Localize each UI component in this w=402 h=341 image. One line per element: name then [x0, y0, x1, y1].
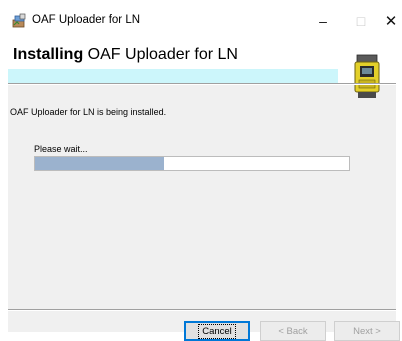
installer-package-icon	[12, 13, 26, 28]
minimize-button[interactable]: –	[304, 7, 342, 35]
installer-window: OAF Uploader for LN – □ ✕ Installing OAF…	[8, 7, 400, 341]
window-title: OAF Uploader for LN	[32, 14, 141, 26]
header-accent-band	[8, 69, 338, 83]
page-title-bold: Installing	[13, 46, 84, 63]
title-bar[interactable]: OAF Uploader for LN – □ ✕	[8, 7, 397, 35]
next-button[interactable]: Next >	[334, 321, 400, 341]
install-progress-bar	[34, 156, 350, 171]
survey-instrument-image	[354, 54, 380, 98]
cancel-button[interactable]: Cancel	[184, 321, 250, 341]
close-button[interactable]: ✕	[372, 7, 402, 35]
page-title: Installing OAF Uploader for LN	[13, 46, 238, 64]
cancel-button-label: Cancel	[198, 323, 236, 339]
install-status-text: OAF Uploader for LN is being installed.	[10, 107, 167, 117]
footer-divider	[8, 309, 396, 311]
back-button[interactable]: < Back	[260, 321, 326, 341]
page-title-rest: OAF Uploader for LN	[83, 46, 238, 63]
wait-label: Please wait...	[34, 144, 88, 154]
header-divider	[8, 83, 396, 85]
progress-fill	[35, 157, 164, 170]
